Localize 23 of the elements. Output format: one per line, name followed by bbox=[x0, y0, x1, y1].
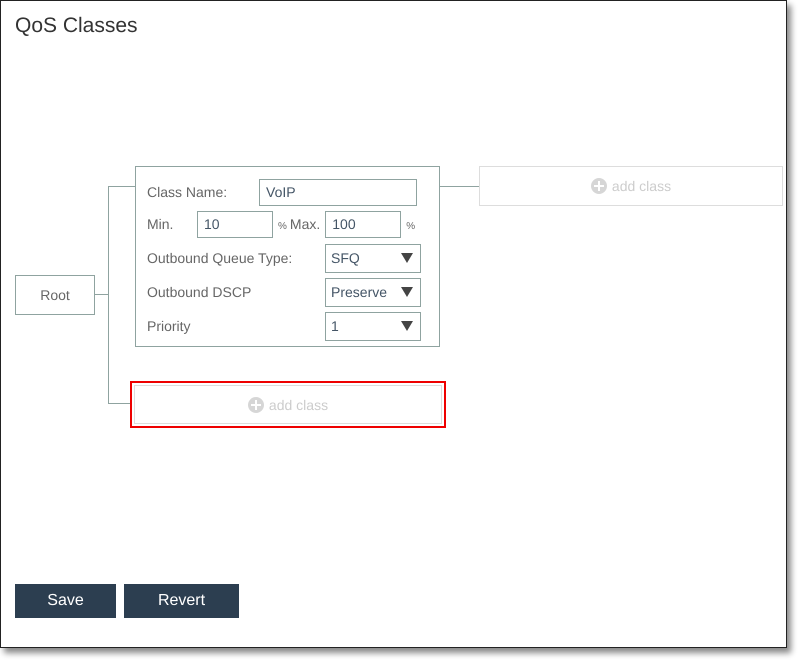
field-label: Max. bbox=[290, 216, 320, 232]
plus-icon bbox=[248, 396, 264, 412]
unit-label: % bbox=[278, 220, 287, 232]
plus-icon bbox=[590, 178, 607, 194]
text-field[interactable]: VoIP bbox=[259, 178, 417, 206]
dropdown[interactable]: SFQ bbox=[325, 244, 421, 272]
action-button[interactable]: Revert bbox=[124, 584, 239, 618]
unit-label: % bbox=[406, 220, 416, 232]
field-label: Class Name: bbox=[147, 184, 228, 200]
field-label: Outbound DSCP bbox=[147, 284, 252, 300]
dropdown[interactable]: Preserve bbox=[325, 278, 421, 306]
field-label: Priority bbox=[147, 318, 192, 334]
root-node[interactable]: Root bbox=[15, 275, 95, 315]
max-field[interactable]: 100 bbox=[325, 210, 402, 238]
panel-title: QoS Classes bbox=[14, 13, 139, 39]
dropdown[interactable]: 1 bbox=[325, 312, 421, 340]
caret-icon bbox=[401, 287, 413, 297]
min-field[interactable]: 10 bbox=[197, 210, 273, 238]
caret-icon bbox=[401, 253, 413, 263]
field-label: Outbound Queue Type: bbox=[147, 250, 294, 266]
action-button[interactable]: Save bbox=[15, 584, 116, 618]
field-label: Min. bbox=[147, 216, 174, 232]
caret-icon bbox=[401, 321, 413, 331]
